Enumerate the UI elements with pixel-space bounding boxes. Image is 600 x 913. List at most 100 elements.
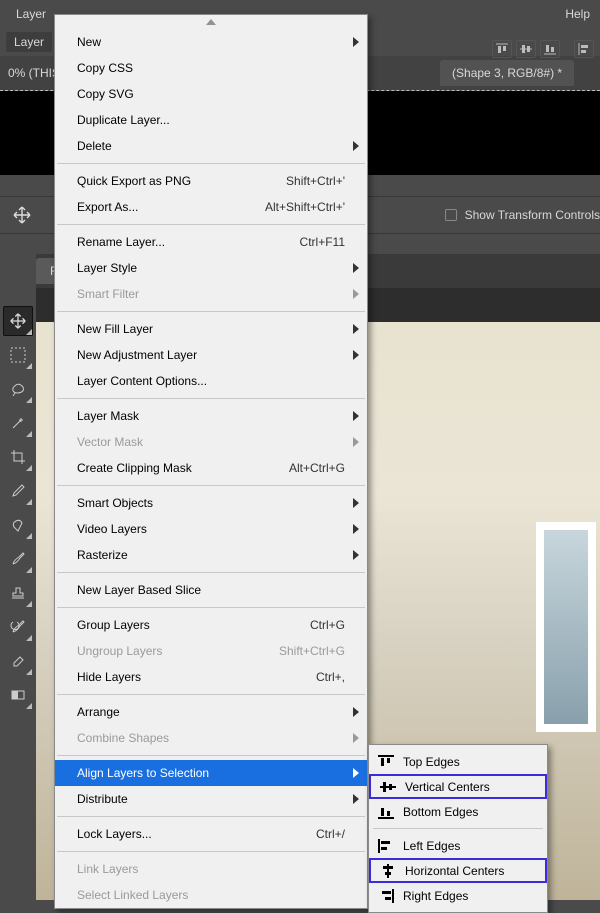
menu-item-delete[interactable]: Delete	[55, 133, 367, 159]
menu-item-copy-svg[interactable]: Copy SVG	[55, 81, 367, 107]
tool-crop[interactable]	[3, 442, 33, 472]
align-right-edges-icon	[377, 887, 395, 905]
submenu-item-top-edges[interactable]: Top Edges	[369, 749, 547, 774]
menu-item-group-layers[interactable]: Group LayersCtrl+G	[55, 612, 367, 638]
submenu-arrow-icon	[353, 141, 359, 151]
tool-eraser[interactable]	[3, 646, 33, 676]
align-left-edges-icon	[377, 837, 395, 855]
menu-item-lock-layers[interactable]: Lock Layers...Ctrl+/	[55, 821, 367, 847]
menu-item-link-layers: Link Layers	[55, 856, 367, 882]
menu-item-export-as[interactable]: Export As...Alt+Shift+Ctrl+'	[55, 194, 367, 220]
menu-item-label: New Fill Layer	[77, 322, 345, 336]
menu-item-video-layers[interactable]: Video Layers	[55, 516, 367, 542]
menu-item-select-linked-layers: Select Linked Layers	[55, 882, 367, 908]
menu-separator	[57, 572, 365, 573]
align-vcenter-icon[interactable]	[516, 40, 536, 58]
align-button-cluster	[492, 40, 594, 58]
submenu-item-label: Horizontal Centers	[405, 864, 504, 878]
tool-healing[interactable]	[3, 510, 33, 540]
menu-item-label: Copy CSS	[77, 61, 345, 75]
menu-item-label: Copy SVG	[77, 87, 345, 101]
show-transform-controls-option[interactable]: Show Transform Controls	[445, 208, 600, 222]
tool-marquee[interactable]	[3, 340, 33, 370]
align-top-icon[interactable]	[492, 40, 512, 58]
scroll-up-arrow-icon[interactable]	[55, 15, 367, 29]
tool-gradient[interactable]	[3, 680, 33, 710]
submenu-item-horizontal-centers[interactable]: Horizontal Centers	[369, 858, 547, 883]
menu-item-distribute[interactable]: Distribute	[55, 786, 367, 812]
image-window-right	[536, 522, 596, 732]
menu-item-label: Distribute	[77, 792, 345, 806]
menu-item-align-layers-to-selection[interactable]: Align Layers to Selection	[55, 760, 367, 786]
menu-item-quick-export[interactable]: Quick Export as PNGShift+Ctrl+'	[55, 168, 367, 194]
zoom-readout: 0% (THIS	[8, 66, 60, 80]
menu-layer[interactable]: Layer	[6, 3, 56, 25]
align-horizontal-centers-icon	[379, 862, 397, 880]
shortcut-label: Alt+Shift+Ctrl+'	[265, 200, 345, 214]
menu-item-layer-mask[interactable]: Layer Mask	[55, 403, 367, 429]
move-tool-icon[interactable]	[10, 203, 34, 227]
menu-item-label: Layer Mask	[77, 409, 345, 423]
menu-item-copy-css[interactable]: Copy CSS	[55, 55, 367, 81]
submenu-arrow-icon	[353, 263, 359, 273]
align-bottom-edges-icon	[377, 803, 395, 821]
submenu-arrow-icon	[353, 289, 359, 299]
menu-item-label: Duplicate Layer...	[77, 113, 345, 127]
menu-item-label: Layer Style	[77, 261, 345, 275]
menu-item-label: Video Layers	[77, 522, 345, 536]
tool-move[interactable]	[3, 306, 33, 336]
menu-item-label: Group Layers	[77, 618, 310, 632]
menu-item-rename-layer[interactable]: Rename Layer...Ctrl+F11	[55, 229, 367, 255]
menu-item-label: Layer Content Options...	[77, 374, 345, 388]
menu-help[interactable]: Help	[555, 3, 600, 25]
menu-item-ungroup-layers: Ungroup LayersShift+Ctrl+G	[55, 638, 367, 664]
menu-item-duplicate-layer[interactable]: Duplicate Layer...	[55, 107, 367, 133]
menu-item-layer-style[interactable]: Layer Style	[55, 255, 367, 281]
tool-lasso[interactable]	[3, 374, 33, 404]
menu-item-label: New	[77, 35, 345, 49]
menu-separator	[57, 398, 365, 399]
submenu-item-left-edges[interactable]: Left Edges	[369, 833, 547, 858]
submenu-item-bottom-edges[interactable]: Bottom Edges	[369, 799, 547, 824]
submenu-item-label: Right Edges	[403, 889, 468, 903]
menu-item-label: Create Clipping Mask	[77, 461, 289, 475]
menu-separator	[57, 755, 365, 756]
menu-separator	[57, 311, 365, 312]
menu-item-new-adjustment-layer[interactable]: New Adjustment Layer	[55, 342, 367, 368]
menu-item-label: Combine Shapes	[77, 731, 345, 745]
menu-item-smart-objects[interactable]: Smart Objects	[55, 490, 367, 516]
submenu-item-right-edges[interactable]: Right Edges	[369, 883, 547, 908]
menu-item-new[interactable]: New	[55, 29, 367, 55]
menu-item-new-fill-layer[interactable]: New Fill Layer	[55, 316, 367, 342]
align-bottom-icon[interactable]	[540, 40, 560, 58]
submenu-item-vertical-centers[interactable]: Vertical Centers	[369, 774, 547, 799]
menu-item-layer-content-options[interactable]: Layer Content Options...	[55, 368, 367, 394]
tool-stamp[interactable]	[3, 578, 33, 608]
submenu-item-label: Top Edges	[403, 755, 460, 769]
menu-item-label: Lock Layers...	[77, 827, 316, 841]
checkbox-icon[interactable]	[445, 209, 457, 221]
menu-item-new-layer-based-slice[interactable]: New Layer Based Slice	[55, 577, 367, 603]
menu-item-label: New Layer Based Slice	[77, 583, 345, 597]
align-top-edges-icon	[377, 753, 395, 771]
align-left-icon[interactable]	[574, 40, 594, 58]
menu-item-label: Align Layers to Selection	[77, 766, 345, 780]
menu-item-label: Rename Layer...	[77, 235, 300, 249]
submenu-arrow-icon	[353, 794, 359, 804]
document-tab-shape3[interactable]: (Shape 3, RGB/8#) *	[440, 60, 574, 86]
shortcut-label: Alt+Ctrl+G	[289, 461, 345, 475]
tool-eyedropper[interactable]	[3, 476, 33, 506]
menu-item-rasterize[interactable]: Rasterize	[55, 542, 367, 568]
tool-wand[interactable]	[3, 408, 33, 438]
align-vertical-centers-icon	[379, 778, 397, 796]
layer-chip[interactable]: Layer	[6, 32, 52, 52]
tool-history-brush[interactable]	[3, 612, 33, 642]
shortcut-label: Ctrl+,	[316, 670, 345, 684]
shortcut-label: Ctrl+F11	[300, 235, 345, 249]
submenu-item-label: Bottom Edges	[403, 805, 478, 819]
menu-item-create-clipping-mask[interactable]: Create Clipping MaskAlt+Ctrl+G	[55, 455, 367, 481]
tool-brush[interactable]	[3, 544, 33, 574]
menu-separator	[57, 816, 365, 817]
menu-item-hide-layers[interactable]: Hide LayersCtrl+,	[55, 664, 367, 690]
menu-item-arrange[interactable]: Arrange	[55, 699, 367, 725]
